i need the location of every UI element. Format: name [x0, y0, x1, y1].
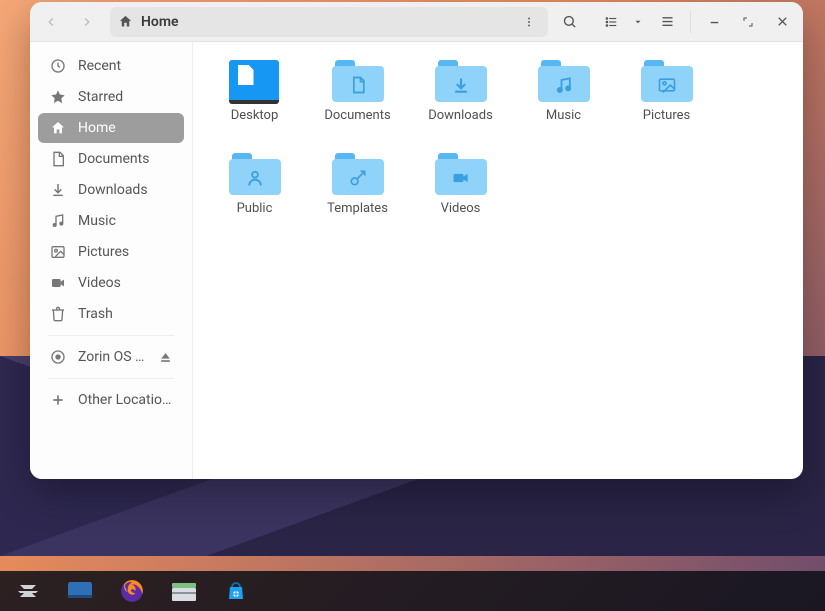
sidebar-item-documents[interactable]: Documents [38, 144, 184, 174]
content-area[interactable]: Desktop Documents [193, 42, 803, 479]
path-bar[interactable]: Home [110, 7, 548, 37]
taskbar-zorin-menu[interactable] [14, 577, 42, 605]
folder-label: Music [546, 108, 581, 123]
sidebar-item-home[interactable]: Home [38, 113, 184, 143]
sidebar-item-label: Zorin OS 17.1 C… [78, 349, 147, 365]
sidebar-item-trash[interactable]: Trash [38, 299, 184, 329]
sidebar-item-other-locations[interactable]: Other Locations [38, 385, 184, 415]
search-button[interactable] [554, 7, 584, 37]
hamburger-menu-button[interactable] [652, 7, 682, 37]
taskbar-firefox[interactable] [118, 577, 146, 605]
taskbar [0, 571, 825, 611]
folder-music[interactable]: Music [526, 60, 601, 123]
folder-desktop[interactable]: Desktop [217, 60, 292, 123]
path-menu-button[interactable] [518, 7, 540, 37]
toolbar: Home [30, 2, 803, 42]
folder-icon [435, 153, 487, 195]
sidebar-item-videos[interactable]: Videos [38, 268, 184, 298]
folder-label: Pictures [643, 108, 690, 123]
sidebar-item-recent[interactable]: Recent [38, 51, 184, 81]
folder-label: Public [237, 201, 273, 216]
toolbar-divider [690, 11, 691, 33]
folder-public[interactable]: Public [217, 153, 292, 216]
nav-back-button[interactable] [36, 7, 66, 37]
folder-videos[interactable]: Videos [423, 153, 498, 216]
folder-grid: Desktop Documents [217, 60, 779, 216]
folder-label: Documents [324, 108, 390, 123]
sidebar-item-label: Downloads [78, 182, 148, 198]
taskbar-files-alt[interactable] [66, 577, 94, 605]
sidebar-item-volume[interactable]: Zorin OS 17.1 C… [38, 342, 184, 372]
folder-icon [332, 153, 384, 195]
sidebar-item-label: Documents [78, 151, 149, 167]
taskbar-software-store[interactable] [222, 577, 250, 605]
sidebar-item-label: Starred [78, 89, 123, 105]
sidebar-item-label: Videos [78, 275, 121, 291]
sidebar-separator [48, 335, 174, 336]
file-manager-window: Home [30, 2, 803, 479]
sidebar-separator [48, 378, 174, 379]
sidebar-item-starred[interactable]: Starred [38, 82, 184, 112]
folder-icon [641, 60, 693, 102]
folder-documents[interactable]: Documents [320, 60, 395, 123]
sidebar: Recent Starred Home Documents Downloads … [30, 42, 193, 479]
folder-icon [435, 60, 487, 102]
folder-downloads[interactable]: Downloads [423, 60, 498, 123]
home-icon [118, 14, 133, 29]
sidebar-item-label: Pictures [78, 244, 129, 260]
desktop-icon [229, 60, 281, 102]
eject-icon[interactable] [159, 351, 172, 364]
folder-templates[interactable]: Templates [320, 153, 395, 216]
folder-label: Downloads [428, 108, 493, 123]
folder-icon [538, 60, 590, 102]
taskbar-file-manager[interactable] [170, 577, 198, 605]
folder-pictures[interactable]: Pictures [629, 60, 704, 123]
nav-forward-button[interactable] [72, 7, 102, 37]
folder-icon [229, 153, 281, 195]
sidebar-item-label: Home [78, 120, 116, 136]
window-maximize-button[interactable] [733, 7, 763, 37]
folder-label: Templates [327, 201, 388, 216]
sidebar-item-label: Music [78, 213, 116, 229]
sidebar-item-music[interactable]: Music [38, 206, 184, 236]
sidebar-item-label: Other Locations [78, 392, 172, 408]
sidebar-item-downloads[interactable]: Downloads [38, 175, 184, 205]
sidebar-item-pictures[interactable]: Pictures [38, 237, 184, 267]
window-minimize-button[interactable] [699, 7, 729, 37]
sidebar-item-label: Recent [78, 58, 121, 74]
view-toggle-button[interactable] [598, 7, 624, 37]
folder-icon [332, 60, 384, 102]
view-dropdown-button[interactable] [628, 7, 648, 37]
window-close-button[interactable] [767, 7, 797, 37]
sidebar-item-label: Trash [78, 306, 113, 322]
folder-label: Desktop [231, 108, 279, 123]
breadcrumb-label: Home [141, 14, 179, 30]
folder-label: Videos [441, 201, 481, 216]
